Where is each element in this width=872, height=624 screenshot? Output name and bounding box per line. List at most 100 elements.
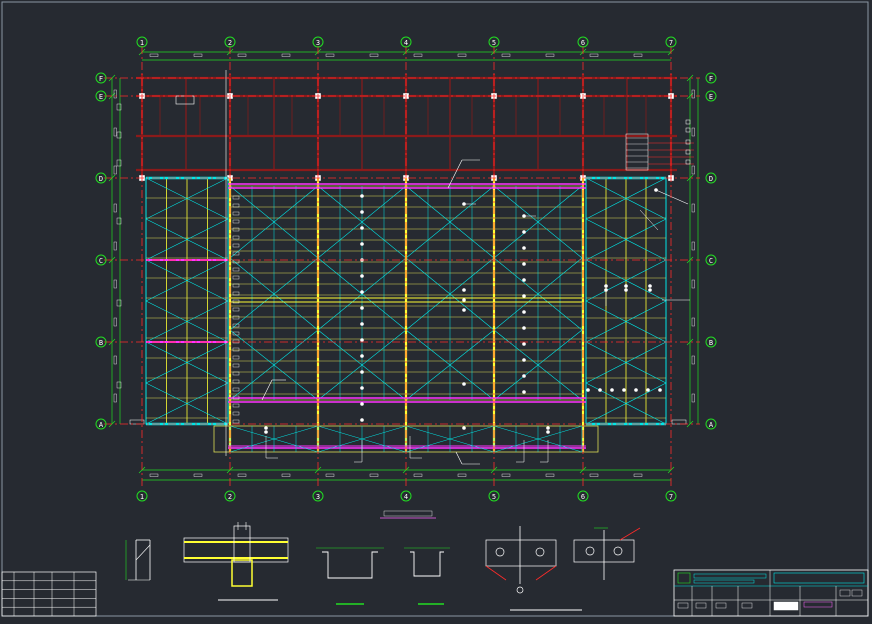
leader-dot-icon xyxy=(264,430,268,434)
leader-dot-icon xyxy=(648,288,652,292)
dimension-text-mark xyxy=(545,473,555,477)
dimension-text-mark xyxy=(113,393,117,403)
dimension-text-mark xyxy=(149,473,159,477)
leader-dot-icon xyxy=(360,418,364,422)
leader-dot-icon xyxy=(360,194,364,198)
dimension-text-mark xyxy=(193,53,203,57)
dimension-text-mark xyxy=(113,279,117,289)
dimension-text-mark xyxy=(589,53,599,57)
axis-label-top-7: 7 xyxy=(669,39,673,47)
bolt-circle xyxy=(585,546,595,556)
bolt-circle xyxy=(495,547,505,557)
title-text-mark xyxy=(693,579,755,584)
leader-dot-icon xyxy=(360,242,364,246)
title-text-mark xyxy=(773,572,865,584)
leader-dot-icon xyxy=(360,354,364,358)
axis-label-bottom-3: 3 xyxy=(316,493,320,501)
leader-dot-icon xyxy=(586,388,590,392)
axis-label-left-B: B xyxy=(99,339,103,347)
detail-line xyxy=(135,544,151,561)
leader-dot-icon xyxy=(522,326,526,330)
edge-tag xyxy=(671,419,687,425)
dimension-text-mark xyxy=(149,53,159,57)
cad-drawing-sheet: 1 1 2 2 3 3 4 4 5 5 6 6 7 7 F F E E D D C C B B A A xyxy=(0,0,872,620)
tag-box xyxy=(685,139,691,145)
dimension-text-mark xyxy=(237,473,247,477)
dimension-text-mark xyxy=(113,165,117,175)
axis-label-bottom-6: 6 xyxy=(581,493,585,501)
edge-tag xyxy=(116,299,122,307)
dimension-text-mark xyxy=(113,317,117,327)
channel-section xyxy=(322,551,378,579)
axis-label-right-A: A xyxy=(709,421,714,429)
leader-dot-icon xyxy=(634,388,638,392)
leader-line xyxy=(655,189,689,205)
tag-box xyxy=(685,159,691,165)
joint-detail xyxy=(485,539,557,567)
dimension-text-mark xyxy=(281,473,291,477)
purlin-tag xyxy=(232,227,240,232)
leader-dot-icon xyxy=(648,284,652,288)
purlin-tag xyxy=(232,235,240,240)
leader-dot-icon xyxy=(462,288,466,292)
leader-dot-icon xyxy=(546,426,550,430)
dimension-text-mark xyxy=(369,473,379,477)
axis-label-bottom-7: 7 xyxy=(669,493,673,501)
leader-dot-icon xyxy=(360,290,364,294)
dimension-text-mark xyxy=(113,355,117,365)
leader-dot-icon xyxy=(360,386,364,390)
dimension-text-mark xyxy=(691,317,695,327)
axis-label-right-D: D xyxy=(709,175,713,183)
purlin-tag xyxy=(232,387,240,392)
purlin-tag xyxy=(232,219,240,224)
leader-dot-icon xyxy=(360,402,364,406)
axis-label-top-4: 4 xyxy=(404,39,408,47)
title-cell-mark xyxy=(715,602,727,609)
drawing-name-mark xyxy=(773,601,799,611)
structural-plan-svg: 1 1 2 2 3 3 4 4 5 5 6 6 7 7 F F E E D D C C B B A A xyxy=(1,1,869,617)
axis-label-top-2: 2 xyxy=(228,39,232,47)
edge-tag xyxy=(116,217,122,225)
edge-tag xyxy=(116,159,122,167)
dimension-text-mark xyxy=(113,241,117,251)
joint-brace xyxy=(619,527,641,541)
leader-dot-icon xyxy=(462,298,466,302)
leader-dot-icon xyxy=(522,230,526,234)
dimension-text-mark xyxy=(457,53,467,57)
title-cell-mark xyxy=(851,589,863,597)
leader-dot-icon xyxy=(610,388,614,392)
dimension-text-mark xyxy=(633,473,643,477)
purlin-tag xyxy=(232,291,240,296)
tag-box xyxy=(685,149,691,155)
axis-label-bottom-2: 2 xyxy=(228,493,232,501)
axis-label-top-3: 3 xyxy=(316,39,320,47)
title-block xyxy=(673,569,869,617)
title-cell-mark xyxy=(839,589,851,597)
dimension-text-mark xyxy=(369,53,379,57)
title-cell-mark xyxy=(677,602,689,609)
purlin-tag xyxy=(232,379,240,384)
purlin-tag xyxy=(232,411,240,416)
purlin-tag xyxy=(232,419,240,424)
leader-dot-icon xyxy=(360,306,364,310)
axis-label-right-F: F xyxy=(709,75,713,83)
leader-dot-icon xyxy=(522,246,526,250)
static-geometry xyxy=(1,1,869,617)
dimension-text-mark xyxy=(691,393,695,403)
leader-dot-icon xyxy=(360,210,364,214)
dimension-text-mark xyxy=(691,279,695,289)
purlin-tag xyxy=(232,307,240,312)
dimension-text-mark xyxy=(691,355,695,365)
title-cell-mark xyxy=(695,602,707,609)
leader-line xyxy=(455,451,463,465)
leader-dot-icon xyxy=(360,322,364,326)
leader-dot-icon xyxy=(624,288,628,292)
leader-dot-icon xyxy=(522,262,526,266)
leader-dot-icon xyxy=(360,226,364,230)
dimension-text-mark xyxy=(633,53,643,57)
axis-label-top-5: 5 xyxy=(492,39,496,47)
leader-dot-icon xyxy=(622,388,626,392)
dimension-text-mark xyxy=(237,53,247,57)
leader-dot-icon xyxy=(522,310,526,314)
opening-box xyxy=(175,95,195,105)
